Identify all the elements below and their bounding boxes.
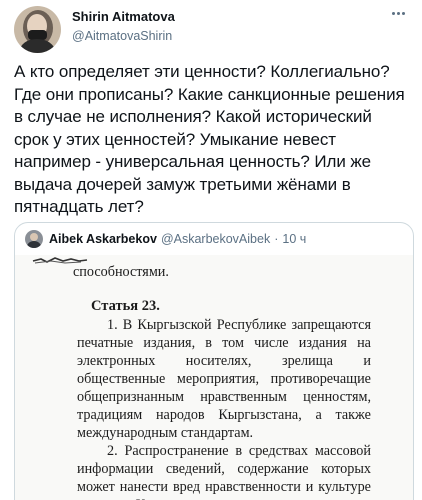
document-word: нанести <box>119 479 169 495</box>
document-word: содержание <box>237 461 309 477</box>
document-word: на <box>357 335 371 351</box>
quoted-author-handle: @AskarbekovAibek <box>160 232 271 246</box>
document-word: Распространение <box>124 443 229 459</box>
document-word: электронных <box>77 353 156 369</box>
document-word: Республике <box>216 317 287 333</box>
document-word: нравственности <box>205 479 301 495</box>
document-word: числе <box>254 335 289 351</box>
tweet-text-line: Где они прописаны? Какие санкционные реш… <box>14 84 405 104</box>
document-word: ценностям, <box>303 389 371 405</box>
document-line: традициям народов Кыргызстана, а также <box>77 406 371 424</box>
document-word: народов <box>155 407 205 423</box>
tweet-text-line: выдача дочерей замуж третьими жёнами в <box>14 174 351 194</box>
author-display-name[interactable]: Shirin Aitmatova <box>72 9 175 25</box>
document-word: общепризнанным <box>77 389 185 405</box>
document-word: мероприятия, <box>176 371 260 387</box>
document-word: 2. <box>107 443 118 459</box>
document-word: печатные <box>77 335 134 351</box>
document-line: международным стандартам. <box>77 425 254 441</box>
document-word: и <box>363 353 371 369</box>
document-word: противоречащие <box>270 371 371 387</box>
document-word: 1. <box>107 317 118 333</box>
document-word: Кыргызской <box>137 317 212 333</box>
document-word: издания <box>298 335 347 351</box>
document-word: культуре <box>318 479 371 495</box>
document-word: носителях, <box>185 353 252 369</box>
document-line: народа Кыргызстана, ограничивается или <box>77 496 371 500</box>
document-word: Кыргызстана, <box>136 496 219 500</box>
document-word: общественные <box>77 371 166 387</box>
document-heading: Статья 23. <box>91 298 160 314</box>
more-dot <box>391 11 395 15</box>
document-word: в <box>205 335 212 351</box>
document-line: информации сведений, содержание которых <box>77 460 371 478</box>
document-line: 2. Распространение в средствах массовой <box>107 442 371 460</box>
document-word: Кыргызстана, <box>218 407 302 423</box>
document-word: информации <box>77 461 154 477</box>
document-first-line: способностями. <box>73 264 169 280</box>
tweet-text: А кто определяет эти ценности? Коллегиал… <box>14 61 414 219</box>
document-word: может <box>77 479 115 495</box>
document-line: общественные мероприятия, противоречащие <box>77 370 371 388</box>
quoted-tweet-header: Aibek Askarbekov @AskarbekovAibek · 10 ч <box>25 229 306 249</box>
quoted-document-image[interactable]: способностями. Статья 23. 1. В Кыргызской Р… <box>15 255 413 500</box>
tweet-text-line: в случае не исполнения? Какой историческ… <box>14 107 372 126</box>
document-word: нравственным <box>200 389 287 405</box>
document-word: также <box>335 407 371 423</box>
document-word: традициям <box>77 407 143 423</box>
tweet-text-line: например - универсальная ценность? Или ж… <box>14 152 371 171</box>
document-word: В <box>122 317 133 333</box>
more-dot <box>401 11 405 15</box>
document-line: печатные издания, в том числе издания на <box>77 334 371 352</box>
document-word: ограничивается <box>237 496 332 500</box>
document-word: или <box>349 496 371 500</box>
document-word: и <box>305 479 314 495</box>
document-line: общепризнанным нравственным ценностям, <box>77 388 371 406</box>
document-word: запрещаются <box>291 317 371 333</box>
document-line: 1. В Кыргызской Республике запрещаются <box>107 316 371 334</box>
quoted-author-avatar <box>25 230 43 248</box>
document-word: народа <box>77 496 118 500</box>
quoted-timestamp: 10 ч <box>282 232 307 246</box>
tweet-text-line: пятнадцать лет? <box>14 197 144 216</box>
author-block: Shirin Aitmatova @AitmatovaShirin <box>72 9 175 44</box>
document-word: издания, <box>143 335 196 351</box>
document-word: средствах <box>248 443 309 459</box>
document-word: массовой <box>314 443 371 459</box>
quoted-tweet-card[interactable]: Aibek Askarbekov @AskarbekovAibek · 10 ч… <box>14 222 414 500</box>
document-word: зрелища <box>281 353 333 369</box>
document-word: а <box>315 407 322 423</box>
document-line: может нанести вред нравственности и культуре <box>77 478 371 496</box>
author-avatar[interactable] <box>14 6 61 53</box>
quoted-separator: · <box>274 232 279 246</box>
document-word: вред <box>172 479 201 495</box>
quoted-author-display-name: Aibek Askarbekov <box>49 232 157 246</box>
tweet-text-line: А кто определяет эти ценности? Коллегиал… <box>14 62 390 81</box>
more-dot <box>396 11 400 15</box>
document-word: том <box>222 335 244 351</box>
more-options-icon[interactable] <box>388 6 408 20</box>
tweet-text-line: срок у этих ценностей? Умыкание невест <box>14 129 336 149</box>
document-word: которых <box>321 461 371 477</box>
document-word: сведений, <box>165 461 225 477</box>
document-word: в <box>235 443 243 459</box>
author-handle[interactable]: @AitmatovaShirin <box>72 28 175 44</box>
document-line: электронных носителях, зрелища и <box>77 352 371 370</box>
